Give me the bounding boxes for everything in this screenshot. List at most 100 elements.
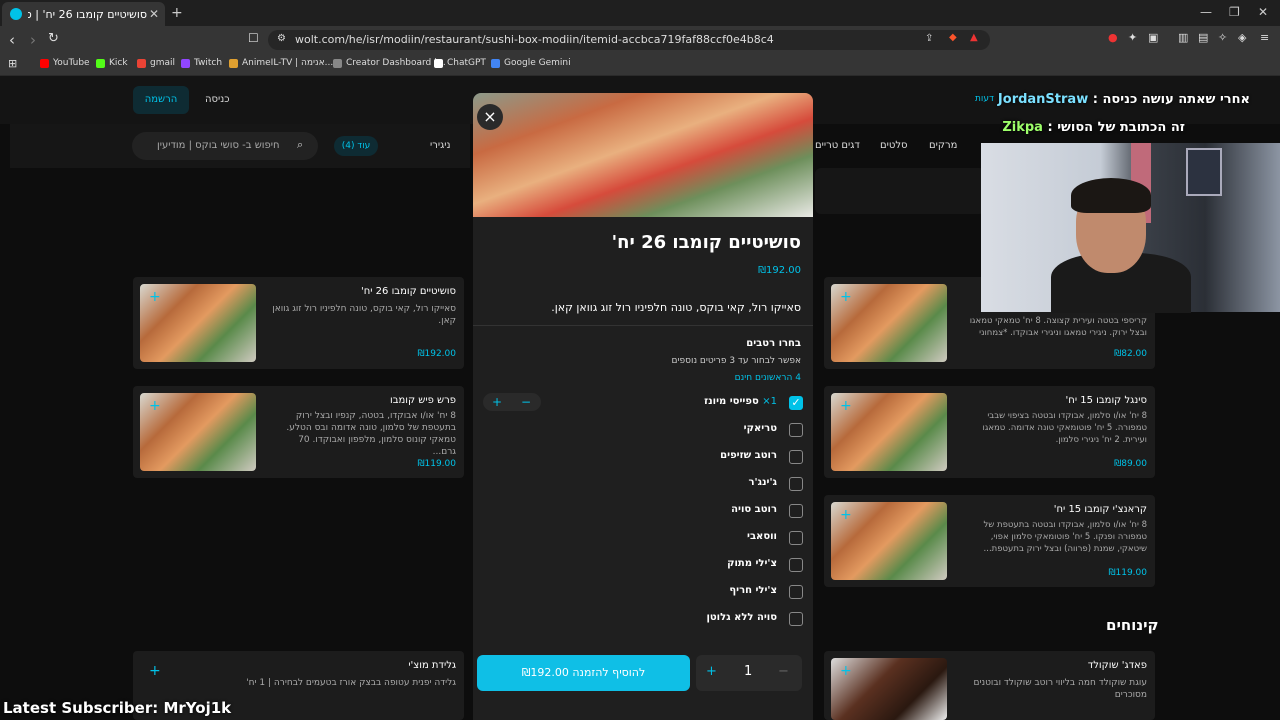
divider	[473, 325, 813, 326]
menu-card[interactable]: + פאדג' שוקולד עוגת שוקולד חמה בליווי רו…	[824, 651, 1155, 720]
checkbox[interactable]	[789, 477, 803, 491]
browser-tab[interactable]: סושיטיים קומבו 26 יח' | סושי בוקס ✕	[2, 2, 165, 26]
option-wasabi[interactable]: ווסאבי	[483, 528, 803, 548]
creator-dashboard-icon	[333, 58, 342, 68]
option-plum-sauce[interactable]: רוטב שזיפים	[483, 447, 803, 467]
option-spicy-mayo[interactable]: ✓ 1× ספייסי מיונז	[483, 393, 803, 413]
add-to-order-button[interactable]: להוסיף להזמנה ₪192.00	[477, 655, 690, 691]
add-item-icon[interactable]: +	[149, 663, 161, 679]
option-sweet-chili[interactable]: צ'ילי מתוק	[483, 555, 803, 575]
more-categories-button[interactable]: עוד (4)	[334, 136, 378, 156]
chat-text: זה הכתובת של הסושי :	[1047, 120, 1185, 135]
sidebar-icon[interactable]: ▥	[1178, 31, 1188, 44]
quantity-plus-icon[interactable]: +	[706, 664, 717, 679]
checkbox[interactable]	[789, 423, 803, 437]
address-bar[interactable]: ⚙ wolt.com/he/isr/modiin/restaurant/sush…	[268, 30, 990, 50]
reload-icon[interactable]: ↻	[48, 31, 59, 46]
menu-card[interactable]: + קראנצ'י קומבו 15 יח' 8 יח' או/ו סלמון,…	[824, 495, 1155, 587]
search-input[interactable]: חיפוש ב- סושי בוקס | מודיעין ⌕	[132, 132, 318, 160]
add-item-icon[interactable]: +	[149, 289, 161, 305]
vpn-icon[interactable]: ◈	[1238, 31, 1246, 44]
bookmark-gmail[interactable]: gmail	[137, 58, 175, 68]
extensions-icon[interactable]: ✦	[1128, 31, 1137, 44]
item-price: ₪82.00	[1114, 349, 1147, 359]
brave-rewards-icon[interactable]: ▲	[970, 32, 978, 43]
bookmark-animeil[interactable]: AnimeIL-TV | אנימה...	[229, 58, 333, 68]
wolt-favicon-icon	[10, 8, 22, 20]
option-soy-sauce[interactable]: רוטב סויה	[483, 501, 803, 521]
chat-text: אחרי שאתה עושה כניסה :	[1092, 92, 1250, 107]
menu-card[interactable]: + סושיטיים קומבו 26 יח' סאייקו רול, קאי …	[133, 277, 464, 369]
leo-icon[interactable]: ✧	[1218, 31, 1227, 44]
option-ginger[interactable]: ג'ינג'ר	[483, 474, 803, 494]
window-close-icon[interactable]: ✕	[1258, 5, 1268, 19]
bookmark-youtube[interactable]: YouTube	[40, 58, 90, 68]
options-group-subtitle: אפשר לבחור עד 3 פריטים נוספים	[671, 356, 801, 366]
forward-icon[interactable]: ›	[30, 31, 36, 49]
minimize-icon[interactable]: —	[1200, 5, 1212, 19]
quantity-stepper[interactable]: + 1 −	[696, 655, 802, 691]
youtube-icon	[40, 58, 49, 68]
webcam-overlay	[981, 143, 1280, 313]
site-settings-icon[interactable]: ⚙	[277, 33, 286, 44]
bookmark-icon[interactable]: ☐	[248, 31, 259, 45]
signup-button[interactable]: הרשמה	[133, 86, 189, 114]
bookmark-twitch[interactable]: Twitch	[181, 58, 222, 68]
item-desc: 8 יח' או/ו סלמון, אבוקדו ובטטה בתעטפת של…	[983, 520, 1147, 554]
checkbox-checked[interactable]: ✓	[789, 396, 803, 410]
tab-close-icon[interactable]: ✕	[147, 7, 161, 21]
bookmark-chatgpt[interactable]: ChatGPT	[434, 58, 486, 68]
close-icon[interactable]: ×	[477, 104, 503, 130]
options-group-free-note: 4 הראשונים חינם	[734, 373, 801, 383]
option-label: ג'ינג'ר	[748, 477, 777, 488]
nav-salads[interactable]: סלטים	[880, 140, 908, 151]
item-name: קראנצ'י קומבו 15 יח'	[1053, 504, 1147, 515]
screenshot-icon[interactable]: ▣	[1148, 31, 1158, 44]
nav-soups[interactable]: מרקים	[929, 140, 957, 151]
maximize-icon[interactable]: ❐	[1229, 5, 1240, 19]
checkbox[interactable]	[789, 612, 803, 626]
checkbox[interactable]	[789, 558, 803, 572]
menu-card[interactable]: + פרש פיש קומבו 8 יח' או/ו אבוקדו, בטטה,…	[133, 386, 464, 478]
record-icon[interactable]: ●	[1108, 31, 1118, 44]
chat-username: Zikpa	[1002, 120, 1043, 135]
info-banner	[815, 168, 985, 214]
option-label: סויה ללא גלוטן	[706, 612, 777, 623]
quantity-minus-icon[interactable]: −	[778, 664, 789, 679]
checkbox[interactable]	[789, 450, 803, 464]
bookmark-creator-dashboard[interactable]: Creator Dashboard |...	[333, 58, 446, 68]
wall-poster	[1186, 148, 1222, 196]
login-button[interactable]: כניסה	[205, 94, 230, 105]
language-selector[interactable]: דעות	[975, 94, 994, 104]
bookmark-kick[interactable]: Kick	[96, 58, 128, 68]
wallet-icon[interactable]: ▤	[1198, 31, 1208, 44]
item-price: ₪119.00	[1108, 568, 1147, 578]
bookmark-gemini[interactable]: Google Gemini	[491, 58, 571, 68]
add-item-icon[interactable]: +	[149, 398, 161, 414]
add-item-icon[interactable]: +	[840, 507, 852, 523]
option-gluten-free-soy[interactable]: סויה ללא גלוטן	[483, 609, 803, 629]
item-hero-image	[473, 93, 813, 217]
add-item-icon[interactable]: +	[840, 663, 852, 679]
nav-nigiri[interactable]: ניגירי	[430, 140, 450, 151]
item-price: ₪89.00	[1114, 459, 1147, 469]
option-hot-chili[interactable]: צ'ילי חריף	[483, 582, 803, 602]
back-icon[interactable]: ‹	[9, 31, 15, 49]
browser-tab-bar: סושיטיים קומבו 26 יח' | סושי בוקס ✕ + — …	[0, 0, 1280, 26]
menu-card[interactable]: + סינגל קומבו 15 יח' 8 יח' או/ו סלמון, א…	[824, 386, 1155, 478]
apps-grid-icon[interactable]: ⊞	[8, 57, 17, 70]
add-item-icon[interactable]: +	[840, 289, 852, 305]
item-name: פאדג' שוקולד	[1087, 660, 1147, 671]
checkbox[interactable]	[789, 504, 803, 518]
add-item-icon[interactable]: +	[840, 398, 852, 414]
share-icon[interactable]: ⇪	[925, 33, 933, 44]
item-description: סאייקו רול, קאי בוקס, טונה חלפיניו רול ז…	[551, 301, 801, 314]
new-tab-button[interactable]: +	[171, 5, 183, 21]
checkbox[interactable]	[789, 585, 803, 599]
item-desc: גלידה יפנית עטופה בבצק אורז בטעמים לבחיר…	[246, 678, 456, 688]
nav-fresh-fish[interactable]: דגים טריים	[815, 140, 860, 151]
brave-shields-icon[interactable]: ◆	[949, 32, 957, 43]
option-teriyaki[interactable]: טריאקי	[483, 420, 803, 440]
menu-icon[interactable]: ≡	[1260, 31, 1269, 44]
checkbox[interactable]	[789, 531, 803, 545]
